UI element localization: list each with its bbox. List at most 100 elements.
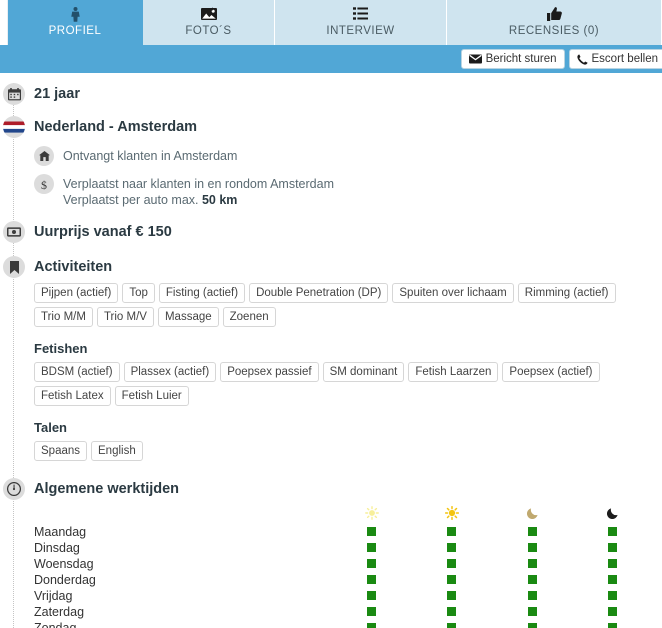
schedule-period-icons — [34, 506, 634, 524]
send-message-button[interactable]: Bericht sturen — [461, 49, 565, 69]
schedule-slot — [608, 607, 617, 616]
activity-tag[interactable]: Rimming (actief) — [518, 283, 616, 303]
fetish-tag[interactable]: Fetish Laarzen — [408, 362, 498, 382]
fetishes-tag-list: BDSM (actief)Plassex (actief)Poepsex pas… — [34, 362, 662, 406]
schedule-slot — [367, 623, 376, 628]
schedule-slot — [447, 575, 456, 584]
fetish-tag[interactable]: Fetish Luier — [115, 386, 189, 406]
schedule-day-label: Dinsdag — [34, 540, 80, 556]
activities-title: Activiteiten — [34, 256, 662, 278]
activity-tag[interactable]: Fisting (actief) — [159, 283, 245, 303]
tab-profiel[interactable]: PROFIEL — [8, 0, 143, 45]
schedule-title: Algemene werktijden — [34, 478, 179, 500]
schedule-day-label: Maandag — [34, 524, 86, 540]
schedule-slot — [447, 591, 456, 600]
price-label: Uurprijs vanaf € 150 — [34, 221, 172, 243]
fetishes-title: Fetishen — [34, 341, 662, 356]
schedule-slot — [608, 527, 617, 536]
fetish-tag[interactable]: Fetish Latex — [34, 386, 111, 406]
svg-text:$: $ — [41, 178, 47, 191]
schedule-slot — [367, 591, 376, 600]
clock-icon — [3, 478, 25, 500]
schedule-grid: MaandagDinsdagWoensdagDonderdagVrijdagZa… — [34, 506, 634, 628]
schedule-day-rows: MaandagDinsdagWoensdagDonderdagVrijdagZa… — [34, 524, 634, 628]
schedule-day-row: Donderdag — [34, 572, 634, 588]
schedule-slot — [528, 527, 537, 536]
envelope-icon — [469, 54, 482, 64]
schedule-day-row: Zondag — [34, 620, 634, 628]
outcall-detail-value: 50 km — [202, 193, 237, 207]
schedule-row: Algemene werktijden — [0, 478, 662, 500]
age-row: 21 jaar — [0, 83, 662, 105]
tab-bar-left-gutter — [0, 0, 8, 45]
fetish-tag[interactable]: Poepsex (actief) — [502, 362, 599, 382]
languages-tag-list: SpaansEnglish — [34, 441, 662, 461]
schedule-day-row: Maandag — [34, 524, 634, 540]
list-icon — [353, 7, 368, 22]
tab-recensies[interactable]: RECENSIES (0) — [447, 0, 662, 45]
activity-tag[interactable]: Massage — [158, 307, 219, 327]
outcall-row: $ Verplaatst naar klanten in en rondom A… — [31, 174, 662, 208]
schedule-slot — [528, 607, 537, 616]
schedule-day-row: Vrijdag — [34, 588, 634, 604]
tab-interview[interactable]: INTERVIEW — [275, 0, 447, 45]
incall-text: Ontvangt klanten in Amsterdam — [63, 146, 237, 164]
schedule-day-label: Zaterdag — [34, 604, 84, 620]
activity-tag[interactable]: Top — [122, 283, 155, 303]
action-bar: Bericht sturen Escort bellen — [0, 45, 662, 73]
fetish-tag[interactable]: Plassex (actief) — [124, 362, 217, 382]
location-label: Nederland - Amsterdam — [34, 116, 197, 138]
bookmark-icon — [3, 256, 25, 278]
phone-icon — [577, 54, 588, 65]
price-row: Uurprijs vanaf € 150 — [0, 221, 662, 243]
profile-content: 21 jaar Nederland - Amsterdam Ontvangt k… — [0, 73, 662, 628]
language-tag[interactable]: Spaans — [34, 441, 87, 461]
call-escort-label: Escort bellen — [592, 50, 658, 68]
activity-tag[interactable]: Zoenen — [223, 307, 276, 327]
tab-recensies-label: RECENSIES (0) — [509, 25, 599, 38]
schedule-slot — [528, 575, 537, 584]
moon-dusk-icon — [525, 506, 541, 522]
schedule-slot — [608, 559, 617, 568]
languages-section: Talen SpaansEnglish — [34, 420, 662, 461]
outcall-detail: Verplaatst per auto max. 50 km — [63, 192, 334, 208]
location-row: Nederland - Amsterdam — [0, 116, 662, 138]
activity-tag[interactable]: Trio M/M — [34, 307, 93, 327]
tab-fotos[interactable]: FOTO´S — [143, 0, 275, 45]
schedule-slot — [528, 591, 537, 600]
schedule-slot — [447, 559, 456, 568]
fetish-tag[interactable]: Poepsex passief — [220, 362, 318, 382]
home-icon — [34, 146, 54, 166]
schedule-slot — [608, 575, 617, 584]
activity-tag[interactable]: Double Penetration (DP) — [249, 283, 388, 303]
schedule-slot — [367, 543, 376, 552]
activity-tag[interactable]: Trio M/V — [97, 307, 154, 327]
schedule-day-row: Zaterdag — [34, 604, 634, 620]
tab-bar: PROFIEL FOTO´S INTERVIEW RECENSIES (0) — [0, 0, 662, 45]
schedule-day-label: Woensdag — [34, 556, 94, 572]
activity-tag[interactable]: Spuiten over lichaam — [392, 283, 513, 303]
schedule-slot — [447, 623, 456, 628]
schedule-slot — [367, 607, 376, 616]
schedule-day-label: Donderdag — [34, 572, 96, 588]
thumbs-up-icon — [547, 7, 562, 22]
schedule-slot — [528, 623, 537, 628]
schedule-slot — [447, 527, 456, 536]
incall-row: Ontvangt klanten in Amsterdam — [31, 146, 662, 166]
fetish-tag[interactable]: BDSM (actief) — [34, 362, 120, 382]
call-escort-button[interactable]: Escort bellen — [569, 49, 662, 69]
tab-fotos-label: FOTO´S — [185, 25, 231, 38]
activities-row: Activiteiten Pijpen (actief)TopFisting (… — [0, 256, 662, 461]
schedule-slot — [608, 543, 617, 552]
tab-interview-label: INTERVIEW — [326, 25, 394, 38]
schedule-slot — [608, 623, 617, 628]
activity-tag[interactable]: Pijpen (actief) — [34, 283, 118, 303]
schedule-slot — [447, 607, 456, 616]
activities-tag-list: Pijpen (actief)TopFisting (actief)Double… — [34, 283, 662, 327]
fetish-tag[interactable]: SM dominant — [323, 362, 405, 382]
dutch-flag-icon — [3, 116, 25, 138]
fetishes-section: Fetishen BDSM (actief)Plassex (actief)Po… — [34, 341, 662, 406]
language-tag[interactable]: English — [91, 441, 143, 461]
profile-page: PROFIEL FOTO´S INTERVIEW RECENSIES (0) — [0, 0, 662, 628]
schedule-slot — [367, 559, 376, 568]
